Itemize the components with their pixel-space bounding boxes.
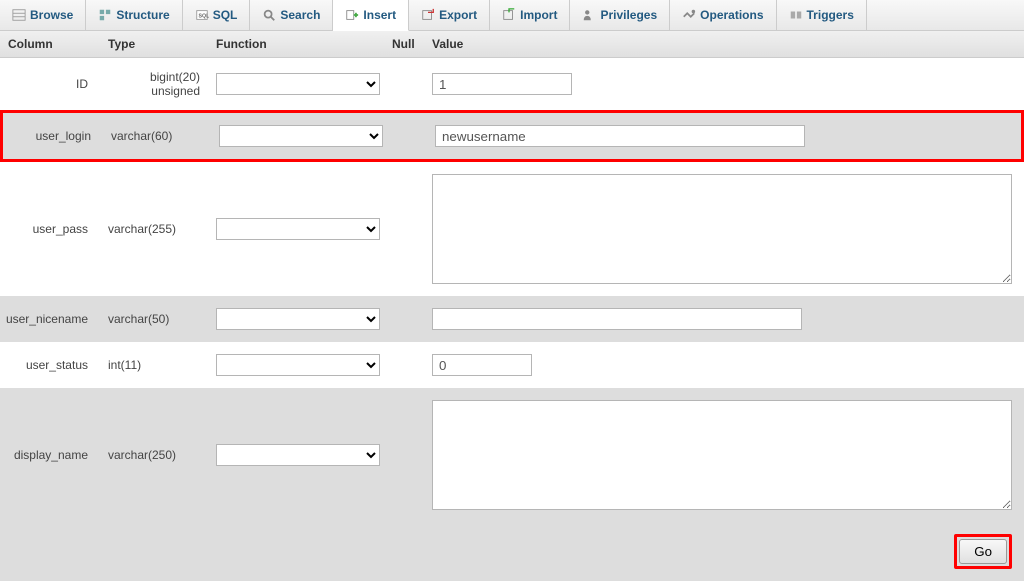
tab-triggers[interactable]: Triggers — [777, 0, 867, 30]
value-cell — [424, 348, 1024, 382]
tab-privileges[interactable]: Privileges — [570, 0, 670, 30]
go-button[interactable]: Go — [959, 539, 1007, 564]
column-type: int(11) — [100, 352, 208, 378]
value-cell — [424, 302, 1024, 336]
tabs-bar: Browse Structure SQL SQL Search Insert E… — [0, 0, 1024, 31]
header-function: Function — [208, 31, 388, 57]
tab-label: Privileges — [600, 8, 657, 22]
column-type: varchar(255) — [100, 216, 208, 242]
column-type: varchar(60) — [103, 123, 211, 149]
tab-sql[interactable]: SQL SQL — [183, 0, 251, 30]
value-input[interactable] — [432, 73, 572, 95]
tab-label: Export — [439, 8, 477, 22]
null-cell — [388, 313, 424, 325]
null-cell — [388, 449, 424, 461]
null-cell — [391, 130, 427, 142]
tab-label: Search — [280, 8, 320, 22]
tab-browse[interactable]: Browse — [0, 0, 86, 30]
function-select[interactable] — [216, 73, 380, 95]
column-name: user_nicename — [0, 306, 100, 332]
function-select[interactable] — [216, 218, 380, 240]
tab-export[interactable]: Export — [409, 0, 490, 30]
tab-label: SQL — [213, 8, 238, 22]
function-select[interactable] — [216, 444, 380, 466]
value-input[interactable] — [432, 308, 802, 330]
function-cell — [211, 119, 391, 153]
table-header: Column Type Function Null Value — [0, 31, 1024, 58]
table-row: user_statusint(11) — [0, 342, 1024, 388]
null-cell — [388, 78, 424, 90]
column-name: display_name — [0, 442, 100, 468]
value-cell — [427, 119, 1021, 153]
function-cell — [208, 212, 388, 246]
table-row: user_nicenamevarchar(50) — [0, 296, 1024, 342]
function-cell — [208, 348, 388, 382]
null-cell — [388, 359, 424, 371]
operations-icon — [682, 8, 696, 22]
header-type: Type — [100, 31, 208, 57]
value-textarea[interactable] — [432, 400, 1012, 510]
search-icon — [262, 8, 276, 22]
export-icon — [421, 8, 435, 22]
triggers-icon — [789, 8, 803, 22]
column-type: varchar(50) — [100, 306, 208, 332]
tab-insert[interactable]: Insert — [333, 0, 409, 31]
tab-import[interactable]: Import — [490, 0, 570, 30]
tab-label: Browse — [30, 8, 73, 22]
tab-structure[interactable]: Structure — [86, 0, 182, 30]
value-cell — [424, 168, 1024, 290]
value-cell — [424, 394, 1024, 516]
column-name: user_pass — [0, 216, 100, 242]
insert-rows: IDbigint(20) unsigneduser_loginvarchar(6… — [0, 58, 1024, 522]
function-select[interactable] — [216, 308, 380, 330]
privileges-icon — [582, 8, 596, 22]
column-name: ID — [0, 71, 100, 97]
column-name: user_status — [0, 352, 100, 378]
function-cell — [208, 302, 388, 336]
column-type: bigint(20) unsigned — [100, 64, 208, 104]
tab-operations[interactable]: Operations — [670, 0, 776, 30]
value-input[interactable] — [432, 354, 532, 376]
value-textarea[interactable] — [432, 174, 1012, 284]
structure-icon — [98, 8, 112, 22]
tab-label: Operations — [700, 8, 763, 22]
footer-bar: Go — [0, 522, 1024, 581]
table-row: user_loginvarchar(60) — [0, 110, 1024, 162]
svg-text:SQL: SQL — [198, 14, 209, 20]
null-cell — [388, 223, 424, 235]
value-input[interactable] — [435, 125, 805, 147]
function-select[interactable] — [216, 354, 380, 376]
tab-label: Triggers — [807, 8, 854, 22]
sql-icon: SQL — [195, 8, 209, 22]
function-select[interactable] — [219, 125, 383, 147]
value-cell — [424, 67, 1024, 101]
go-highlight: Go — [954, 534, 1012, 569]
import-icon — [502, 8, 516, 22]
header-value: Value — [424, 31, 1024, 57]
tab-label: Import — [520, 8, 557, 22]
column-type: varchar(250) — [100, 442, 208, 468]
column-name: user_login — [3, 123, 103, 149]
insert-icon — [345, 8, 359, 22]
table-row: display_namevarchar(250) — [0, 388, 1024, 522]
function-cell — [208, 67, 388, 101]
function-cell — [208, 438, 388, 472]
tab-search[interactable]: Search — [250, 0, 333, 30]
header-null: Null — [388, 31, 424, 57]
browse-icon — [12, 8, 26, 22]
tab-label: Structure — [116, 8, 169, 22]
table-row: user_passvarchar(255) — [0, 162, 1024, 296]
tab-label: Insert — [363, 8, 396, 22]
header-column: Column — [0, 31, 100, 57]
table-row: IDbigint(20) unsigned — [0, 58, 1024, 110]
